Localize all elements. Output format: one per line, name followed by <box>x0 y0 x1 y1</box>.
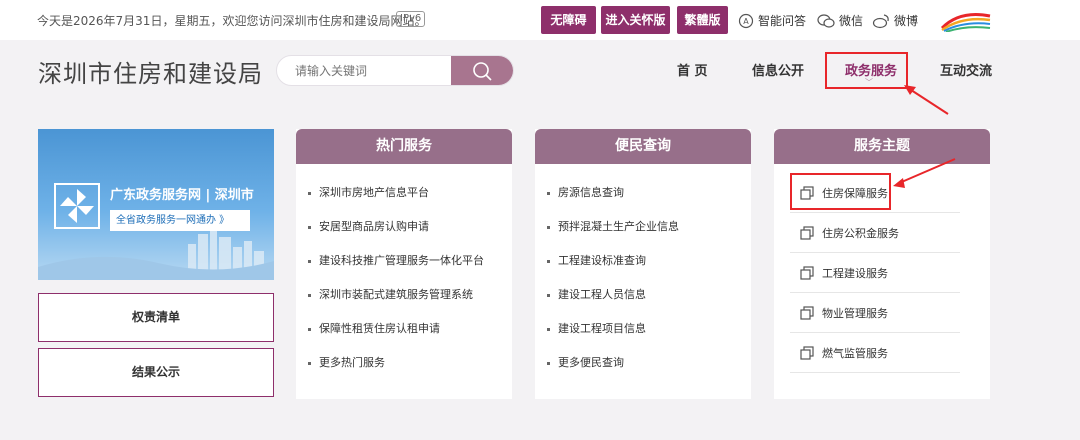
annotation-arrows <box>893 85 956 188</box>
